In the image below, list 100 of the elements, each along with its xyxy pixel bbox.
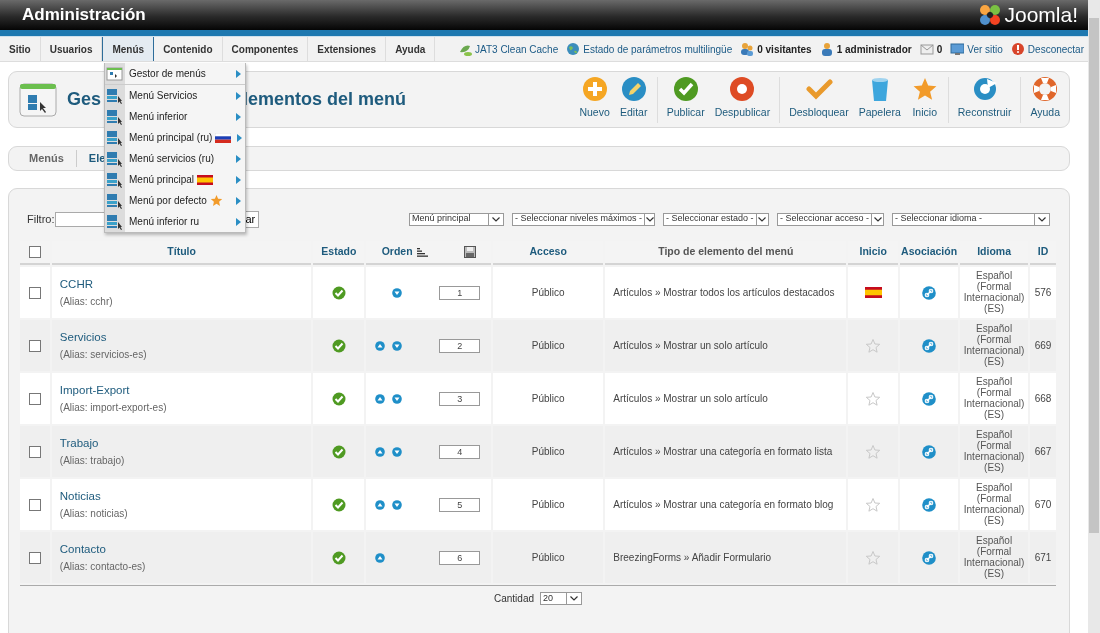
published-check-icon[interactable] xyxy=(331,444,346,459)
order-input[interactable]: 3 xyxy=(439,391,481,406)
order-input[interactable]: 6 xyxy=(439,550,481,565)
arrow-up-icon[interactable] xyxy=(375,499,386,510)
order-input[interactable]: 5 xyxy=(439,497,481,512)
association-link-icon[interactable] xyxy=(922,550,937,565)
arrow-down-icon[interactable] xyxy=(392,446,403,457)
toolbar-button[interactable]: Despublicar xyxy=(709,76,776,123)
column-sort-link[interactable]: Orden xyxy=(381,244,413,260)
association-link-icon[interactable] xyxy=(922,285,937,300)
checkbox[interactable] xyxy=(28,287,41,300)
status-link[interactable]: Desconectar xyxy=(1027,41,1084,57)
arrow-down-icon[interactable] xyxy=(392,393,403,404)
status-link[interactable]: JAT3 Clean Cache xyxy=(475,41,559,57)
toolbar-button[interactable]: Ayuda xyxy=(1025,76,1065,123)
arrow-down-icon[interactable] xyxy=(392,287,403,298)
menu-item[interactable]: Menú Servicios xyxy=(105,85,245,106)
filter-input[interactable] xyxy=(54,211,107,227)
arrow-up-icon[interactable] xyxy=(375,340,386,351)
menu-item-type-text: Artículos » Mostrar un solo artículo xyxy=(613,340,768,351)
column-sort-link[interactable]: Acceso xyxy=(529,245,567,258)
column-sort-link[interactable]: ID xyxy=(1037,245,1049,258)
column-sort-link[interactable]: Estado xyxy=(321,245,357,258)
association-link-icon[interactable] xyxy=(922,338,937,353)
menu-item[interactable]: Menú principal xyxy=(105,169,245,190)
published-check-icon[interactable] xyxy=(331,497,346,512)
checkbox[interactable] xyxy=(28,246,41,259)
menu-item[interactable]: Menú por defecto xyxy=(105,190,245,211)
column-sort-link[interactable]: Inicio xyxy=(859,245,887,258)
arrow-up-icon[interactable] xyxy=(375,446,386,457)
arrow-down-icon[interactable] xyxy=(392,499,403,510)
item-title-link[interactable]: Noticias xyxy=(59,488,101,506)
status-link[interactable]: Ver sitio xyxy=(967,41,1003,57)
menu-item[interactable]: Menú principal (ru) xyxy=(105,127,245,148)
checkbox[interactable] xyxy=(28,393,41,406)
column-sort-link[interactable]: Idioma xyxy=(977,245,1011,258)
association-link-icon[interactable] xyxy=(922,444,937,459)
scrollbar-thumb[interactable] xyxy=(1089,18,1099,533)
pencil-icon xyxy=(619,74,648,103)
dropdown-field[interactable]: - Seleccionar idioma - xyxy=(892,212,1050,226)
star-outline-icon[interactable] xyxy=(865,337,882,354)
item-title-link[interactable]: Servicios xyxy=(59,329,107,347)
published-check-icon[interactable] xyxy=(331,338,346,353)
toolbar-button[interactable]: Papelera xyxy=(853,76,906,123)
association-link-icon[interactable] xyxy=(922,391,937,406)
menu-item[interactable]: Menú inferior ru xyxy=(105,211,245,232)
column-sort-link[interactable]: Título xyxy=(167,245,196,258)
item-title-link[interactable]: Trabajo xyxy=(59,435,99,453)
status-link[interactable]: Estado de parámetros multilingüe xyxy=(583,41,733,57)
menu-tab[interactable]: Contenido xyxy=(154,37,223,61)
column-sort-link[interactable]: Asociación xyxy=(901,245,958,258)
subnav-link[interactable]: Menús xyxy=(29,150,77,167)
toolbar-button[interactable]: Inicio xyxy=(905,76,944,123)
arrow-up-icon[interactable] xyxy=(375,552,386,563)
menu-tab[interactable]: Menús xyxy=(102,37,155,61)
dropdown-field[interactable]: Menú principal xyxy=(409,212,504,226)
lifebuoy-icon xyxy=(1031,74,1060,103)
checkbox[interactable] xyxy=(28,499,41,512)
arrow-down-icon[interactable] xyxy=(392,340,403,351)
item-title-link[interactable]: CCHR xyxy=(59,276,94,294)
published-check-icon[interactable] xyxy=(331,285,346,300)
item-title-link[interactable]: Contacto xyxy=(59,541,106,559)
star-outline-icon[interactable] xyxy=(865,443,882,460)
arrow-up-icon[interactable] xyxy=(375,393,386,404)
order-input[interactable]: 1 xyxy=(439,285,481,300)
published-check-icon[interactable] xyxy=(331,391,346,406)
dropdown-field[interactable]: 20 xyxy=(540,592,582,605)
star-outline-icon[interactable] xyxy=(865,496,882,513)
toolbar-button[interactable]: Editar xyxy=(614,76,653,123)
language-text: Español (Formal Internacional) (ES) xyxy=(962,375,1026,420)
menu-item-type-text: BreezingForms » Añadir Formulario xyxy=(613,552,772,563)
menu-tab[interactable]: Sitio xyxy=(0,37,41,61)
alias-text: (Alias: contacto-es) xyxy=(59,560,146,572)
menu-icon xyxy=(106,192,123,209)
menu-item-type-text: Artículos » Mostrar un solo artículo xyxy=(613,393,768,404)
toolbar-button[interactable]: Nuevo xyxy=(574,76,615,123)
menu-tab[interactable]: Ayuda xyxy=(386,37,436,61)
star-outline-icon[interactable] xyxy=(865,390,882,407)
dropdown-field[interactable]: - Seleccionar acceso - xyxy=(777,212,884,226)
checkbox[interactable] xyxy=(28,446,41,459)
toolbar-button[interactable]: Reconstruir xyxy=(952,76,1017,123)
published-check-icon[interactable] xyxy=(331,550,346,565)
order-input[interactable]: 2 xyxy=(439,338,481,353)
item-title-link[interactable]: Import-Export xyxy=(59,382,130,400)
dropdown-field[interactable]: - Seleccionar estado - xyxy=(663,212,769,226)
checkbox[interactable] xyxy=(28,552,41,565)
menu-item[interactable]: Menú inferior xyxy=(105,106,245,127)
language-text: Español (Formal Internacional) (ES) xyxy=(962,322,1026,367)
menu-item-type-text: Artículos » Mostrar todos los artículos destacados xyxy=(613,287,835,298)
menu-item[interactable]: Menú servicios (ru) xyxy=(105,148,245,169)
order-input[interactable]: 4 xyxy=(439,444,481,459)
menu-tab[interactable]: Extensiones xyxy=(308,37,387,61)
menu-tab[interactable]: Componentes xyxy=(222,37,309,61)
dropdown-field[interactable]: - Seleccionar niveles máximos - xyxy=(512,212,655,226)
toolbar-button[interactable]: Desbloquear xyxy=(784,76,854,123)
checkbox[interactable] xyxy=(28,340,41,353)
star-outline-icon[interactable] xyxy=(865,549,882,566)
save-icon[interactable] xyxy=(463,246,476,258)
association-link-icon[interactable] xyxy=(922,497,937,512)
toolbar-button[interactable]: Publicar xyxy=(661,76,710,123)
